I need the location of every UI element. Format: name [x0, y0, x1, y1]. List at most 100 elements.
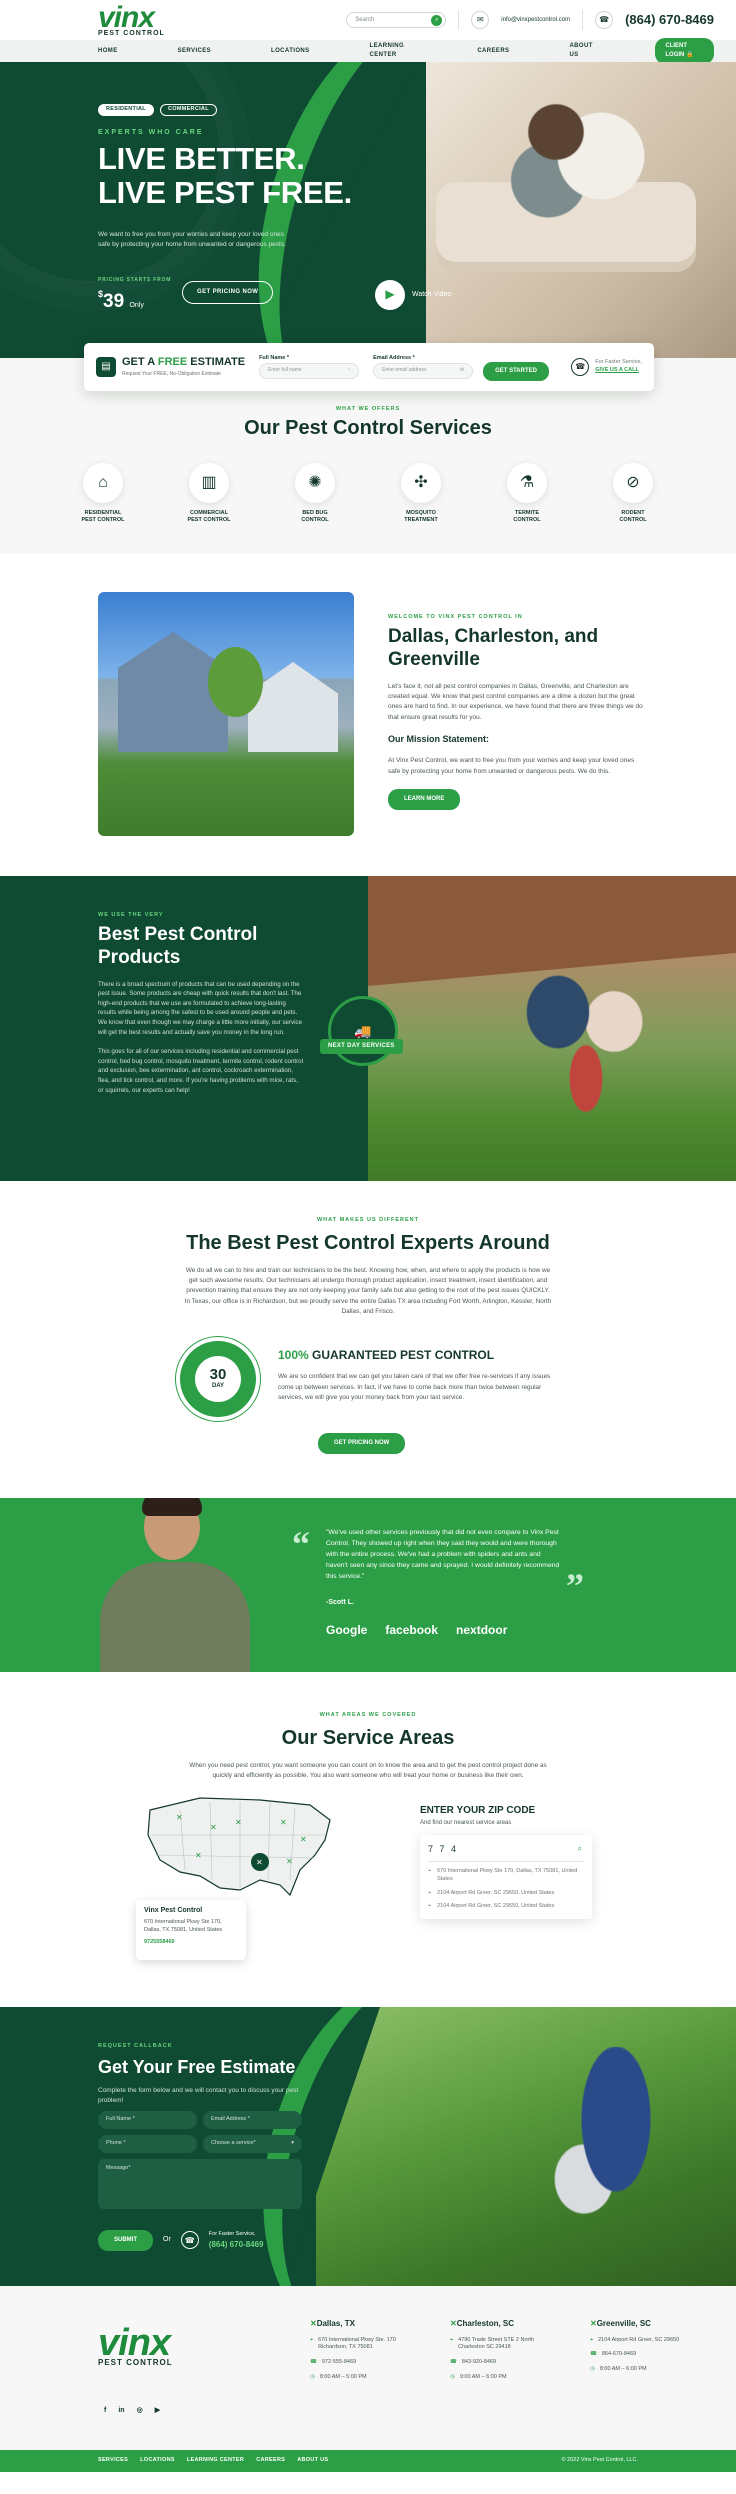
footer-phone[interactable]: ☎ 843-920-8469: [450, 2359, 550, 2367]
phone-link[interactable]: (864) 670-8469: [625, 11, 714, 30]
experts-eyebrow: WHAT MAKES US DIFFERENT: [316, 1217, 420, 1223]
service-mosquito[interactable]: ✣ MOSQUITO TREATMENT: [397, 462, 445, 524]
full-name-input[interactable]: Full Name *: [98, 2111, 197, 2129]
zip-result-item[interactable]: ⌖ 670 International Pkwy Ste 170, Dallas,…: [428, 1868, 584, 1883]
customer-photo: [92, 1498, 262, 1672]
phone-input[interactable]: Phone *: [98, 2135, 197, 2153]
service-label: TERMITE CONTROL: [513, 509, 541, 524]
us-map[interactable]: ✕ ✕ ✕ ✕ ✕ ✕ ✕ ✕: [140, 1780, 340, 1910]
instagram-icon[interactable]: ◎: [137, 2406, 143, 2416]
clock-icon: ◷: [310, 2373, 315, 2380]
phone-icon: ☎: [571, 358, 590, 376]
guarantee-text: 100% GUARANTEED PEST CONTROL We are so c…: [278, 1347, 563, 1403]
client-login-button[interactable]: CLIENT LOGIN 🔒: [655, 38, 715, 64]
footer-hours-text: 8:00 AM – 5:00 PM: [319, 2373, 367, 2380]
nav-home[interactable]: HOME: [98, 47, 118, 56]
location-phone[interactable]: 9725558469: [144, 1939, 238, 1947]
nav-locations[interactable]: LOCATIONS: [271, 47, 310, 56]
x-mark-icon: ✕: [450, 2319, 457, 2328]
price-value: 39: [103, 291, 125, 312]
zip-input[interactable]: 7 7 4 ⌕: [428, 1843, 584, 1863]
footer-link-learning-center[interactable]: LEARNING CENTER: [187, 2457, 244, 2465]
facebook-icon[interactable]: f: [104, 2406, 106, 2416]
facebook-logo[interactable]: facebook: [385, 1622, 438, 1639]
price-suffix: Only: [129, 302, 144, 309]
hero-title-line-2: LIVE PEST FREE.: [98, 175, 352, 211]
footer-link-about-us[interactable]: ABOUT US: [297, 2457, 328, 2465]
callback-call-text: For Faster Service,: [208, 2230, 256, 2237]
service-termite[interactable]: ⚗ TERMITE CONTROL: [503, 462, 551, 524]
callback-text: REQUEST CALLBACK Get Your Free Estimate …: [98, 2043, 318, 2106]
welcome-section: WELCOME TO VINX PEST CONTROL IN Dallas, …: [0, 554, 736, 876]
service-label: RODENT CONTROL: [619, 509, 647, 524]
name-placeholder: Enter full name: [268, 367, 302, 374]
linkedin-icon[interactable]: in: [118, 2406, 124, 2416]
youtube-icon[interactable]: ▶: [155, 2406, 160, 2416]
watch-video-link[interactable]: Watch Video: [412, 290, 451, 300]
areas-title: Our Service Areas: [281, 1726, 455, 1749]
service-commercial[interactable]: ▥ COMMERCIAL PEST CONTROL: [185, 462, 233, 524]
message-textarea[interactable]: Message*: [98, 2159, 302, 2209]
lock-icon: 🔒: [686, 52, 694, 58]
footer-address: ⌖ 4790 Trade Street STE 2 North Charlesto…: [450, 2337, 550, 2352]
footer-locations: ✕Dallas, TX ⌖ 670 International Pkwy Ste.…: [310, 2318, 690, 2381]
search-icon[interactable]: ⌕: [578, 1843, 584, 1856]
service-residential[interactable]: ⌂ RESIDENTIAL PEST CONTROL: [79, 462, 127, 524]
address-input[interactable]: Enter email address ✉: [373, 362, 474, 379]
get-pricing-button-2[interactable]: GET PRICING NOW: [318, 1433, 406, 1454]
service-bed-bug[interactable]: ✺ BED BUG CONTROL: [291, 462, 339, 524]
play-icon[interactable]: ▶: [375, 280, 405, 310]
pin-icon: ⌖: [428, 1889, 432, 1896]
callback-title: Get Your Free Estimate: [98, 2056, 296, 2077]
user-icon: ◔: [347, 367, 351, 374]
nav-services[interactable]: SERVICES: [178, 47, 211, 56]
footer-city-name: Charleston, SC: [456, 2319, 515, 2328]
service-rodent[interactable]: ⊘ RODENT CONTROL: [609, 462, 657, 524]
footer-hours: ◷ 9:00 AM – 6:00 PM: [450, 2374, 550, 2382]
zip-result-item[interactable]: ⌖ 2104 Airport Rd Greer, SC 29650, United…: [428, 1903, 584, 1911]
estimate-bar: ▤ GET A FREE ESTIMATE Request Your FREE,…: [84, 343, 654, 391]
footer-logo[interactable]: vinx PEST CONTROL: [98, 2324, 173, 2367]
phone-icon: ☎: [590, 2351, 597, 2358]
pin-icon: ⌖: [310, 2336, 314, 2343]
nav-about-us[interactable]: ABOUT US: [569, 42, 595, 59]
get-pricing-button[interactable]: GET PRICING NOW: [182, 281, 274, 304]
submit-button[interactable]: SUBMIT: [98, 2230, 153, 2251]
call-link[interactable]: GIVE US A CALL: [595, 367, 642, 375]
estimate-title-post: ESTIMATE: [190, 356, 246, 369]
service-select[interactable]: Choose a service* ▾: [203, 2135, 302, 2153]
name-input[interactable]: Enter full name ◔: [259, 362, 360, 379]
learn-more-button[interactable]: LEARN MORE: [388, 788, 461, 810]
search-icon[interactable]: ⌕: [431, 14, 443, 26]
search-input[interactable]: Search ⌕: [346, 12, 447, 28]
rodent-icon: ⊘: [613, 462, 653, 503]
zip-result-item[interactable]: ⌖ 2104 Airport Rd Greer, SC 29650, United…: [428, 1890, 584, 1898]
price-display: $39 Only: [98, 288, 144, 316]
email-input[interactable]: Email Address *: [203, 2111, 302, 2129]
callback-phone-link[interactable]: (864) 670-8469: [209, 2239, 264, 2251]
address-field: Email Address * Enter email address ✉: [373, 355, 474, 379]
seal-number: 30: [209, 1366, 227, 1384]
welcome-paragraph: Let's face it, not all pest control comp…: [388, 682, 643, 721]
map-marker: ✕: [210, 1823, 217, 1832]
zip-results: 7 7 4 ⌕ ⌖ 670 International Pkwy Ste 170, …: [420, 1835, 592, 1919]
pill-commercial[interactable]: COMMERCIAL: [159, 104, 217, 116]
pill-residential[interactable]: RESIDENTIAL: [98, 104, 154, 116]
google-logo[interactable]: Google: [326, 1622, 367, 1639]
footer-phone[interactable]: ☎ 864-670-8469: [590, 2351, 690, 2359]
footer-phone[interactable]: ☎ 972-555-8469: [310, 2359, 410, 2367]
clock-icon: ◷: [450, 2373, 455, 2380]
footer-link-locations[interactable]: LOCATIONS: [140, 2457, 175, 2465]
map-marker: ✕: [195, 1851, 202, 1860]
footer-link-services[interactable]: SERVICES: [98, 2457, 128, 2465]
footer-link-careers[interactable]: CAREERS: [256, 2457, 285, 2465]
location-card[interactable]: Vinx Pest Control 670 International Pkwy…: [136, 1900, 246, 1960]
nav-careers[interactable]: CAREERS: [477, 47, 509, 56]
site-logo[interactable]: vinx PEST CONTROL: [98, 3, 165, 38]
nextdoor-logo[interactable]: nextdoor: [456, 1622, 507, 1639]
nav-learning-center[interactable]: LEARNING CENTER: [370, 42, 418, 59]
callback-form: Full Name * Email Address * Phone * Choo…: [98, 2111, 302, 2209]
pricing-label: PRICING STARTS FROM: [98, 277, 172, 283]
get-started-button[interactable]: GET STARTED: [483, 362, 549, 381]
email-link[interactable]: info@vinxpestcontrol.com: [501, 16, 570, 25]
